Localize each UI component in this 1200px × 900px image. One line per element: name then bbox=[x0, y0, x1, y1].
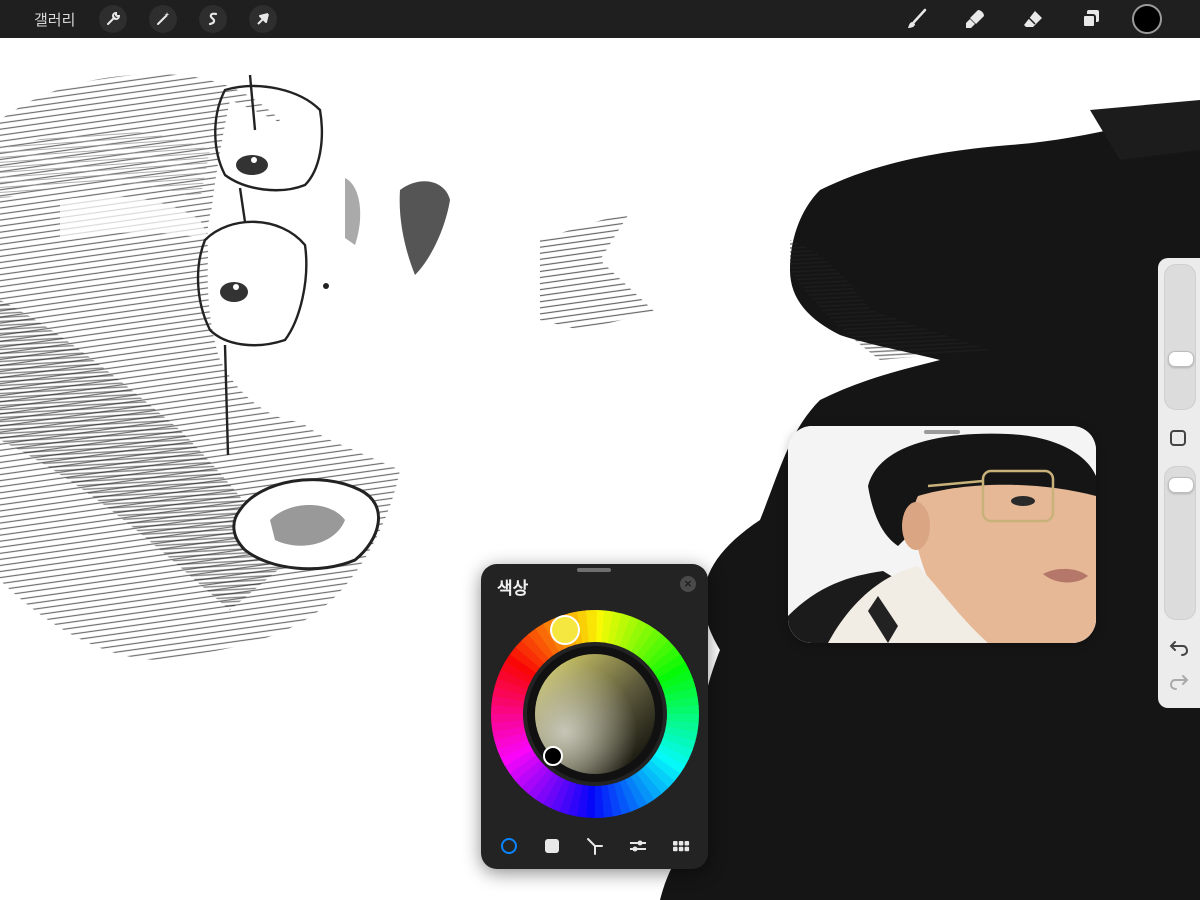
color-panel-grabber[interactable] bbox=[577, 568, 611, 572]
brush-size-thumb[interactable] bbox=[1168, 351, 1194, 367]
close-button[interactable]: × bbox=[680, 576, 696, 592]
sliders-icon bbox=[629, 840, 646, 852]
magic-wand-icon bbox=[157, 12, 170, 25]
color-disc[interactable] bbox=[489, 608, 701, 820]
selection-s-icon bbox=[209, 12, 218, 26]
arrow-cursor-icon bbox=[257, 13, 270, 25]
right-toolbar bbox=[900, 0, 1200, 38]
redo-button[interactable] bbox=[1167, 672, 1191, 692]
eraser-icon bbox=[1024, 11, 1042, 27]
erase-tool[interactable] bbox=[1016, 2, 1050, 36]
brush-icon bbox=[908, 8, 927, 28]
redo-icon bbox=[1169, 675, 1189, 690]
harmony-icon bbox=[586, 838, 603, 855]
color-panel-title: 색상 bbox=[497, 579, 529, 599]
opacity-thumb[interactable] bbox=[1168, 477, 1194, 493]
tab-value[interactable] bbox=[625, 833, 651, 859]
smudge-icon bbox=[966, 10, 984, 28]
square-icon bbox=[544, 839, 559, 853]
smudge-tool[interactable] bbox=[958, 2, 992, 36]
current-color-swatch[interactable] bbox=[1132, 4, 1162, 34]
reference-grabber[interactable] bbox=[924, 430, 960, 434]
saturation-knob[interactable] bbox=[543, 746, 563, 766]
actions-button[interactable] bbox=[99, 5, 128, 33]
disc-icon bbox=[500, 838, 517, 854]
modify-button[interactable] bbox=[1170, 430, 1186, 446]
selection-button[interactable] bbox=[199, 5, 228, 33]
tab-harmony[interactable] bbox=[582, 833, 608, 859]
brush-size-slider[interactable] bbox=[1164, 264, 1196, 410]
reference-window[interactable] bbox=[788, 426, 1096, 643]
wrench-icon bbox=[107, 11, 121, 25]
undo-icon bbox=[1169, 641, 1189, 656]
paint-tool[interactable] bbox=[900, 2, 934, 36]
face bbox=[207, 100, 540, 422]
collar bbox=[540, 212, 655, 330]
tab-disc[interactable] bbox=[496, 833, 522, 859]
opacity-slider[interactable] bbox=[1164, 466, 1196, 620]
color-mode-tabs bbox=[481, 831, 708, 861]
color-panel: 색상 × bbox=[481, 564, 708, 869]
undo-button[interactable] bbox=[1167, 638, 1191, 658]
grid-icon bbox=[672, 841, 689, 852]
layers-icon bbox=[1082, 10, 1099, 28]
gallery-button[interactable]: 갤러리 bbox=[34, 9, 75, 30]
tab-classic[interactable] bbox=[539, 833, 565, 859]
reference-photo bbox=[788, 426, 1096, 643]
top-toolbar: 갤러리 bbox=[0, 0, 1200, 38]
adjustments-button[interactable] bbox=[149, 5, 178, 33]
tab-palettes[interactable] bbox=[668, 833, 694, 859]
transform-button[interactable] bbox=[249, 5, 278, 33]
side-sliders-panel bbox=[1158, 258, 1200, 708]
hue-knob[interactable] bbox=[550, 615, 580, 645]
layers-tool[interactable] bbox=[1074, 2, 1108, 36]
